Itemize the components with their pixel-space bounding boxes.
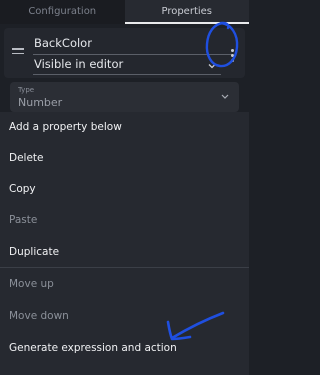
more-vertical-icon bbox=[230, 48, 234, 52]
visibility-select[interactable]: Visible in editor bbox=[34, 57, 123, 71]
property-name-field[interactable]: BackColor bbox=[34, 36, 92, 50]
name-field-underline bbox=[33, 54, 233, 55]
chevron-down-icon bbox=[208, 64, 216, 69]
menu-item-paste: Paste bbox=[9, 214, 38, 226]
menu-item-duplicate[interactable]: Duplicate bbox=[0, 240, 249, 265]
type-value: Number bbox=[18, 96, 63, 109]
menu-item-move-down: Move down bbox=[9, 310, 69, 322]
menu-item-generate-expression-and-action[interactable]: Generate expression and action bbox=[0, 336, 249, 361]
tab-configuration[interactable]: Configuration bbox=[0, 0, 125, 24]
menu-divider bbox=[0, 267, 249, 268]
menu-item-move-up: Move up bbox=[9, 278, 54, 290]
property-card: BackColor Visible in editor bbox=[4, 28, 245, 78]
visibility-underline bbox=[33, 74, 221, 75]
type-select[interactable]: Type Number bbox=[10, 82, 239, 112]
more-options-button[interactable] bbox=[225, 44, 239, 66]
type-label: Type bbox=[18, 86, 35, 94]
context-menu: Add a property below Delete Copy Paste D… bbox=[0, 112, 249, 375]
drag-handle-icon[interactable] bbox=[12, 48, 24, 57]
tab-bar: Configuration Properties bbox=[0, 0, 249, 24]
menu-item-delete[interactable]: Delete bbox=[0, 146, 249, 171]
menu-item-add-property-below[interactable]: Add a property below bbox=[0, 115, 249, 140]
menu-item-copy[interactable]: Copy bbox=[0, 177, 249, 202]
chevron-down-icon bbox=[221, 94, 229, 99]
tab-properties[interactable]: Properties bbox=[124, 0, 249, 24]
